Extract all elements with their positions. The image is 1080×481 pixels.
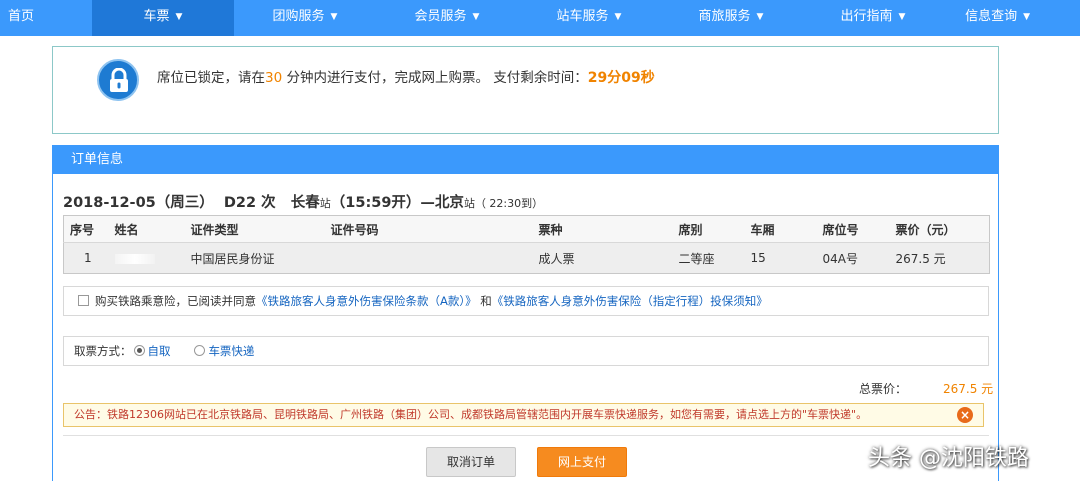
nav-group-service[interactable]: 团购服务 ▼ <box>234 0 376 36</box>
total-amount: 267.5 元 <box>943 382 994 396</box>
nav-group-service-label: 团购服务 <box>272 9 325 24</box>
train-number: D22 次 <box>223 195 276 211</box>
trip-summary: 2018-12-05（周三） D22 次 长春站（15:59开）—北京站（ 22… <box>63 191 543 212</box>
pickup-self-radio[interactable] <box>133 345 145 356</box>
station-suffix: 站 <box>319 197 331 210</box>
nav-station-service[interactable]: 站车服务 ▼ <box>518 0 660 36</box>
total-price: 总票价： 267.5 元 <box>859 380 993 397</box>
nav-info-query-label: 信息查询 <box>965 9 1018 24</box>
table-row: 1 中国居民身份证 成人票 二等座 15 04A号 267.5 元 <box>63 242 990 274</box>
chevron-down-icon: ▼ <box>898 12 906 22</box>
announcement-text: 公告：铁路12306网站已在北京铁路局、昆明铁路局、广州铁路（集团）公司、成都铁… <box>74 408 868 421</box>
trip-date: 2018-12-05（周三） <box>63 195 214 211</box>
chevron-down-icon: ▼ <box>756 12 764 22</box>
insurance-text: 购买铁路乘意险，已阅读并同意 <box>95 294 256 308</box>
ticket-table: 序号 姓名 证件类型 证件号码 票种 席别 车厢 席位号 票价（元） 1 中国居… <box>63 215 990 274</box>
col-car: 车厢 <box>744 215 817 243</box>
notice-text-before: 席位已锁定，请在 <box>157 70 265 86</box>
depart-time: （15:59开）— <box>330 195 435 211</box>
divider <box>63 435 989 436</box>
notice-text-after: 分钟内进行支付，完成网上购票。 支付剩余时间： <box>282 70 588 86</box>
pickup-express-label[interactable]: 车票快递 <box>208 344 254 358</box>
notice-text: 席位已锁定，请在30 分钟内进行支付，完成网上购票。 支付剩余时间：29分09秒 <box>157 66 655 87</box>
chevron-down-icon: ▼ <box>175 12 183 22</box>
nav-tickets-label: 车票 <box>143 9 170 24</box>
payment-countdown: 29分09秒 <box>587 70 655 86</box>
nav-business-service[interactable]: 商旅服务 ▼ <box>660 0 802 36</box>
insurance-row: 购买铁路乘意险，已阅读并同意《铁路旅客人身意外伤害保险条款（A款）》 和《铁路旅… <box>63 286 989 316</box>
watermark-text: 头条 @沈阳铁路 <box>868 446 1029 471</box>
cancel-order-button[interactable]: 取消订单 <box>426 447 516 477</box>
cell-seat-no: 04A号 <box>816 242 890 274</box>
col-id-number: 证件号码 <box>324 215 533 243</box>
chevron-down-icon: ▼ <box>1023 12 1030 22</box>
col-no: 序号 <box>63 215 109 243</box>
cell-name <box>108 242 185 274</box>
pickup-self-label[interactable]: 自取 <box>148 344 171 358</box>
top-nav: 首页 车票 ▼ 团购服务 ▼ 会员服务 ▼ 站车服务 ▼ 商旅服务 ▼ 出行指南 ▼ 信息查… <box>0 0 1080 36</box>
nav-business-service-label: 商旅服务 <box>698 9 751 24</box>
insurance-and-text: 和 <box>476 294 492 308</box>
col-id-type: 证件类型 <box>184 215 325 243</box>
payment-minutes: 30 <box>265 70 283 86</box>
nav-tickets[interactable]: 车票 ▼ <box>92 0 234 36</box>
nav-info-query[interactable]: 信息查询 ▼ <box>944 0 1036 36</box>
insurance-checkbox[interactable] <box>78 295 89 306</box>
pickup-label: 取票方式： <box>74 344 132 358</box>
col-seat-class: 席别 <box>672 215 745 243</box>
nav-travel-guide[interactable]: 出行指南 ▼ <box>802 0 944 36</box>
chevron-down-icon: ▼ <box>330 12 338 22</box>
cell-no: 1 <box>63 242 109 274</box>
col-price: 票价（元） <box>889 215 990 243</box>
nav-travel-guide-label: 出行指南 <box>840 9 893 24</box>
col-seat-no: 席位号 <box>816 215 890 243</box>
nav-home-label: 首页 <box>8 9 35 24</box>
cell-id-type: 中国居民身份证 <box>184 242 325 274</box>
cell-id-number <box>324 242 533 274</box>
pay-online-button[interactable]: 网上支付 <box>537 447 627 477</box>
nav-member-service-label: 会员服务 <box>414 9 467 24</box>
col-name: 姓名 <box>108 215 185 243</box>
panel-title: 订单信息 <box>53 146 998 174</box>
nav-station-service-label: 站车服务 <box>556 9 609 24</box>
total-label: 总票价： <box>859 382 908 396</box>
cell-car: 15 <box>744 242 817 274</box>
cell-price: 267.5 元 <box>889 242 990 274</box>
insurance-notice-link[interactable]: 《铁路旅客人身意外伤害保险（指定行程）投保须知》 <box>492 294 768 308</box>
cell-seat-class: 二等座 <box>672 242 745 274</box>
nav-member-service[interactable]: 会员服务 ▼ <box>376 0 518 36</box>
order-info-panel: 订单信息 2018-12-05（周三） D22 次 长春站（15:59开）—北京… <box>52 145 999 481</box>
lock-icon <box>97 59 139 101</box>
pickup-method-row: 取票方式： 自取 车票快递 <box>63 336 989 366</box>
redacted-name <box>114 253 155 264</box>
arrive-time: （ 22:30到） <box>474 197 544 210</box>
from-station: 长春 <box>290 195 320 211</box>
to-station: 北京 <box>434 195 464 211</box>
station-suffix: 站 <box>463 197 475 210</box>
table-header-row: 序号 姓名 证件类型 证件号码 票种 席别 车厢 席位号 票价（元） <box>63 215 990 243</box>
nav-home[interactable]: 首页 <box>0 0 92 36</box>
chevron-down-icon: ▼ <box>472 12 480 22</box>
cell-ticket-type: 成人票 <box>532 242 673 274</box>
col-ticket-type: 票种 <box>532 215 673 243</box>
chevron-down-icon: ▼ <box>614 12 622 22</box>
close-icon[interactable]: × <box>957 407 973 423</box>
announcement-bar: 公告：铁路12306网站已在北京铁路局、昆明铁路局、广州铁路（集团）公司、成都铁… <box>63 403 984 427</box>
seat-locked-notice: 席位已锁定，请在30 分钟内进行支付，完成网上购票。 支付剩余时间：29分09秒 <box>52 46 999 134</box>
pickup-express-radio[interactable] <box>194 345 206 356</box>
insurance-terms-link[interactable]: 《铁路旅客人身意外伤害保险条款（A款）》 <box>256 294 477 308</box>
